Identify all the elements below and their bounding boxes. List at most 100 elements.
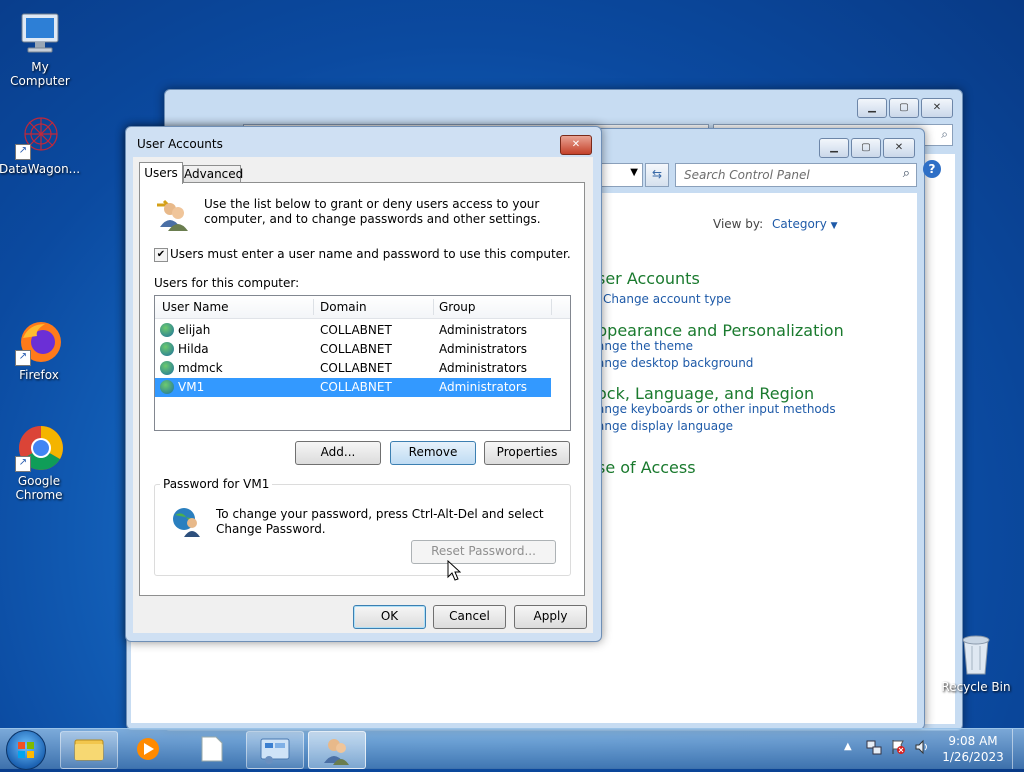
user-domain: COLLABNET [320,342,392,356]
desktop-icon-firefox[interactable]: ↗ Firefox [0,318,79,382]
refresh-button[interactable]: ⇆ [645,163,669,187]
require-password-checkbox[interactable]: ✔ [154,248,168,262]
column-header-domain[interactable]: Domain [320,300,367,314]
help-icon[interactable]: ? [923,160,941,178]
category-clock-language-region[interactable]: ock, Language, and Region [597,384,814,403]
user-row-hilda[interactable]: Hilda COLLABNET Administrators [155,340,551,359]
start-orb-button[interactable] [6,730,46,770]
user-accounts-icon [324,739,349,765]
taskbar-user-accounts-button[interactable] [308,731,366,769]
user-domain: COLLABNET [320,323,392,337]
user-group: Administrators [439,380,528,394]
category-ease-of-access[interactable]: se of Access [597,458,696,477]
user-row-mdmck[interactable]: mdmck COLLABNET Administrators [155,359,551,378]
address-bar[interactable]: ▼ [597,163,643,187]
datawagon-icon: ↗ [15,112,63,160]
taskbar-media-player-button[interactable] [120,731,176,767]
shortcut-arrow-icon: ↗ [15,144,31,160]
windows-logo-icon [18,742,34,758]
user-group: Administrators [439,342,528,356]
apply-button[interactable]: Apply [514,605,587,629]
chrome-icon: ↗ [15,424,63,472]
minimize-button[interactable]: ▁ [857,98,887,118]
link-change-account-type[interactable]: Change account type [603,292,731,306]
close-button[interactable]: ✕ [921,98,953,118]
link-change-display-language[interactable]: ange display language [597,419,733,433]
taskbar-notepad-button[interactable] [184,731,240,767]
tab-advanced-label: Advanced [184,167,244,181]
users-for-computer-label: Users for this computer: [154,276,300,290]
clock[interactable]: 9:08 AM 1/26/2023 [940,733,1006,765]
chevron-down-icon: ▼ [830,221,838,231]
show-desktop-button[interactable] [1012,729,1024,769]
view-by-label: View by: [713,217,764,231]
users-listview[interactable]: User Name Domain Group elijah COLLABNET … [154,295,571,431]
reset-password-button[interactable]: Reset Password... [411,540,556,564]
network-icon[interactable] [866,739,882,755]
minimize-button[interactable]: ▁ [819,138,849,158]
category-user-accounts[interactable]: ser Accounts [597,269,700,288]
column-header-user-name[interactable]: User Name [162,300,229,314]
listview-header: User Name Domain Group [155,296,570,319]
user-group: Administrators [439,323,528,337]
maximize-button[interactable]: ▢ [889,98,919,118]
chevron-down-icon[interactable]: ▼ [630,167,638,178]
category-appearance[interactable]: ppearance and Personalization [597,321,844,340]
taskbar: ▲ 9:08 AM 1/26/2023 [0,728,1024,770]
search-placeholder: Search Control Panel [684,168,810,182]
tab-page-users: Use the list below to grant or deny user… [139,182,585,596]
link-change-keyboards[interactable]: ange keyboards or other input methods [597,402,836,416]
desktop-icon-label: Recycle Bin [941,680,1011,694]
shortcut-arrow-icon: ↗ [15,456,31,472]
desktop-icon-label: Google Chrome [15,474,63,502]
properties-button[interactable]: Properties [484,441,570,465]
notepad-icon [201,736,223,762]
user-name: VM1 [178,380,205,394]
link-change-theme[interactable]: ange the theme [597,339,693,353]
desktop-icon-my-computer[interactable]: My Computer [0,10,80,88]
user-globe-icon [160,361,174,375]
desktop-icon-chrome[interactable]: ↗ Google Chrome [0,424,79,502]
search-control-panel-input[interactable]: Search Control Panel ⌕ [675,163,917,187]
maximize-button[interactable]: ▢ [851,138,881,158]
desktop-icon-recycle-bin[interactable]: Recycle Bin [936,630,1016,694]
column-divider[interactable] [313,299,314,315]
ok-button[interactable]: OK [353,605,426,629]
user-globe-icon [160,342,174,356]
close-button[interactable]: ✕ [883,138,915,158]
taskbar-control-panel-button[interactable] [246,731,304,769]
user-accounts-dialog[interactable]: User Accounts ✕ Users Advanced Use the l… [125,126,602,642]
close-button[interactable]: ✕ [560,135,592,155]
search-icon: ⌕ [902,166,910,181]
recycle-bin-icon [952,630,1000,678]
user-row-elijah[interactable]: elijah COLLABNET Administrators [155,321,551,340]
close-icon: ✕ [571,139,581,150]
user-globe-icon [160,323,174,337]
cancel-button[interactable]: Cancel [433,605,506,629]
checkmark-icon: ✔ [156,249,166,260]
tab-users-label: Users [144,166,178,180]
column-divider[interactable] [551,299,552,315]
shortcut-arrow-icon: ↗ [15,350,31,366]
view-by-dropdown[interactable]: Category ▼ [772,217,838,231]
action-center-flag-icon[interactable] [890,739,906,755]
dialog-title: User Accounts [137,137,223,151]
intro-text: Use the list below to grant or deny user… [204,197,541,226]
require-password-label[interactable]: Users must enter a user name and passwor… [170,247,571,261]
column-header-group[interactable]: Group [439,300,476,314]
tab-users[interactable]: Users [139,162,183,184]
tab-advanced[interactable]: Advanced [183,165,244,183]
user-globe-icon [160,380,174,394]
column-divider[interactable] [433,299,434,315]
link-change-desktop-background[interactable]: ange desktop background [597,356,753,370]
explorer-icon [74,739,104,761]
view-by-value: Category [772,217,827,231]
add-user-button[interactable]: Add... [295,441,381,465]
taskbar-explorer-button[interactable] [60,731,118,769]
desktop-icon-datawagon[interactable]: ↗ DataWagon... [0,112,80,176]
remove-user-button[interactable]: Remove [390,441,476,465]
user-row-vm1-selected[interactable]: VM1 COLLABNET Administrators [155,378,551,397]
volume-icon[interactable] [914,739,930,755]
refresh-icon: ⇆ [651,167,663,181]
show-hidden-icons-button[interactable]: ▲ [844,741,852,752]
